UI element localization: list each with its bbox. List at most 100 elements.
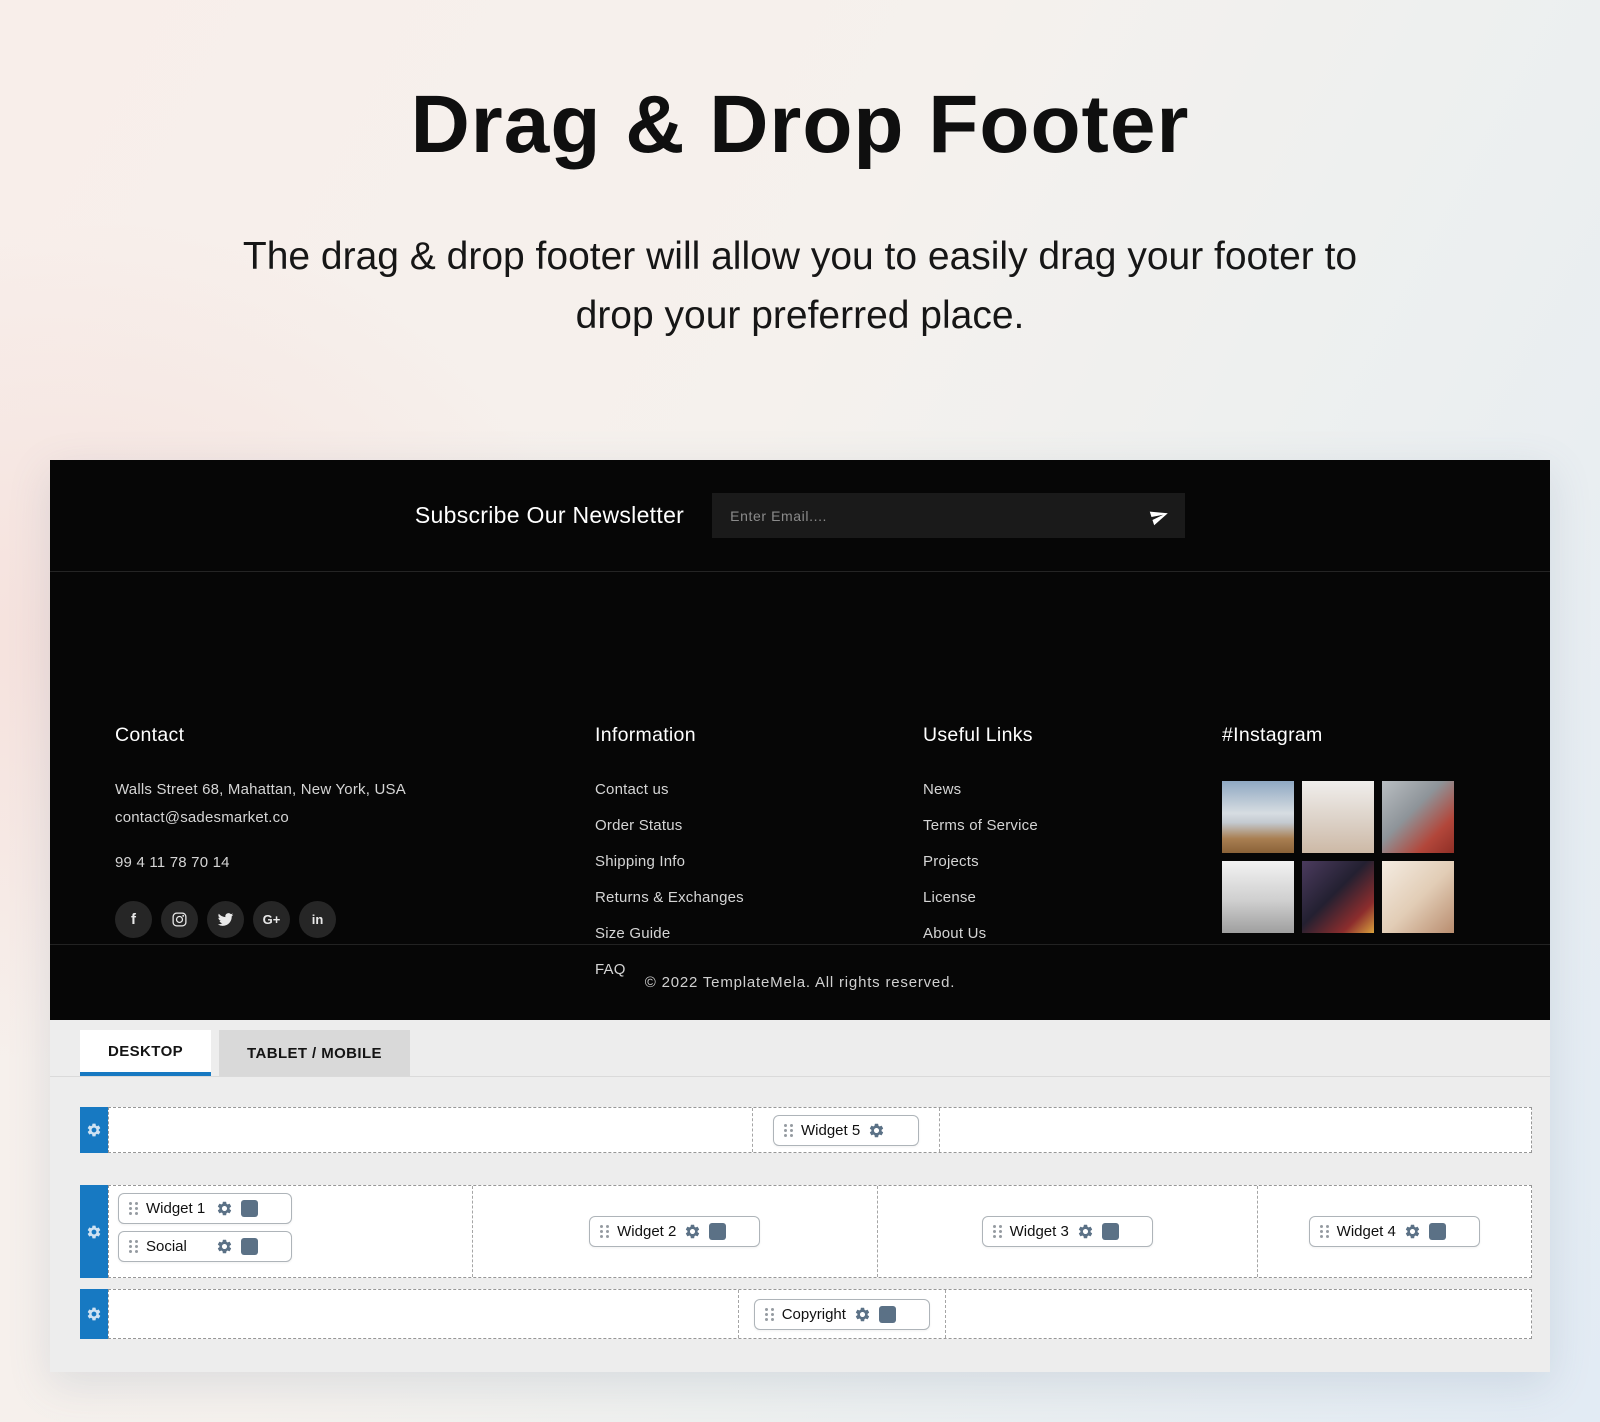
- widget-label: Copyright: [782, 1306, 846, 1323]
- widget-chip-social[interactable]: Social: [118, 1231, 292, 1262]
- sliders-icon[interactable]: [1429, 1223, 1446, 1240]
- newsletter-send-button[interactable]: [1146, 502, 1173, 529]
- widget-chip-copyright[interactable]: Copyright: [754, 1299, 930, 1330]
- girl-glasses-photo[interactable]: [1302, 781, 1374, 853]
- widget-label: Widget 1: [146, 1200, 208, 1217]
- sliders-icon[interactable]: [1102, 1223, 1119, 1240]
- widget-chip-widget1[interactable]: Widget 1: [118, 1193, 292, 1224]
- google-plus-icon[interactable]: G+: [253, 901, 290, 938]
- footer-link[interactable]: Size Guide: [595, 925, 855, 942]
- close-icon[interactable]: [266, 1201, 281, 1216]
- gear-icon[interactable]: [216, 1200, 233, 1217]
- row-settings-handle[interactable]: [80, 1289, 108, 1339]
- editor-row-3: Copyright: [80, 1289, 1532, 1339]
- sliders-icon[interactable]: [879, 1306, 896, 1323]
- gear-icon[interactable]: [854, 1306, 871, 1323]
- gear-icon: [86, 1122, 102, 1138]
- footer-link[interactable]: News: [923, 781, 1143, 798]
- drop-cell[interactable]: [109, 1108, 752, 1152]
- close-icon[interactable]: [904, 1307, 919, 1322]
- drop-cell[interactable]: Widget 2: [472, 1186, 877, 1277]
- close-icon[interactable]: [1454, 1224, 1469, 1239]
- footer-column-instagram: #Instagram: [1222, 724, 1472, 933]
- cyclist-photo[interactable]: [1222, 781, 1294, 853]
- widget-label: Widget 5: [801, 1122, 860, 1139]
- widget-label: Social: [146, 1238, 208, 1255]
- gear-icon[interactable]: [1404, 1223, 1421, 1240]
- widget-chip-widget3[interactable]: Widget 3: [982, 1216, 1153, 1247]
- useful-links-heading: Useful Links: [923, 724, 1143, 747]
- widget-label: Widget 4: [1337, 1223, 1396, 1240]
- drop-cell[interactable]: Widget 1 Social: [109, 1186, 472, 1277]
- tab-desktop[interactable]: DESKTOP: [80, 1030, 211, 1076]
- instagram-icon[interactable]: [161, 901, 198, 938]
- newsletter-bar: Subscribe Our Newsletter: [50, 460, 1550, 572]
- widget-chip-widget4[interactable]: Widget 4: [1309, 1216, 1480, 1247]
- drag-handle-icon[interactable]: [129, 1240, 138, 1253]
- mechanic-photo[interactable]: [1382, 781, 1454, 853]
- firefighter-photo[interactable]: [1302, 861, 1374, 933]
- drag-handle-icon[interactable]: [1320, 1225, 1329, 1238]
- drop-cell[interactable]: Widget 3: [877, 1186, 1257, 1277]
- drag-handle-icon[interactable]: [993, 1225, 1002, 1238]
- newsletter-email-input[interactable]: [712, 493, 1185, 538]
- drop-cell[interactable]: Copyright: [738, 1290, 946, 1338]
- drag-handle-icon[interactable]: [129, 1202, 138, 1215]
- widget-chip-widget5[interactable]: Widget 5: [773, 1115, 919, 1146]
- row-settings-handle[interactable]: [80, 1107, 108, 1153]
- row-body: Copyright: [108, 1289, 1532, 1339]
- wedding-couple-photo[interactable]: [1382, 861, 1454, 933]
- sliders-icon[interactable]: [709, 1223, 726, 1240]
- footer-link[interactable]: License: [923, 889, 1143, 906]
- widget-chip-widget2[interactable]: Widget 2: [589, 1216, 760, 1247]
- bedroom-photo[interactable]: [1222, 861, 1294, 933]
- footer-column-useful-links: Useful Links News Terms of Service Proje…: [923, 724, 1143, 961]
- close-icon[interactable]: [266, 1239, 281, 1254]
- sliders-icon[interactable]: [241, 1238, 258, 1255]
- google-plus-glyph: G+: [263, 912, 281, 927]
- drag-handle-icon[interactable]: [600, 1225, 609, 1238]
- footer-link[interactable]: FAQ: [595, 961, 855, 978]
- page-subtitle: The drag & drop footer will allow you to…: [220, 228, 1380, 345]
- drag-handle-icon[interactable]: [784, 1124, 793, 1137]
- drop-cell[interactable]: Widget 4: [1257, 1186, 1531, 1277]
- gear-icon[interactable]: [684, 1223, 701, 1240]
- device-tabs: DESKTOP TABLET / MOBILE: [80, 1030, 410, 1076]
- footer-link[interactable]: Terms of Service: [923, 817, 1143, 834]
- page: Drag & Drop Footer The drag & drop foote…: [0, 0, 1600, 1422]
- footer-link[interactable]: Projects: [923, 853, 1143, 870]
- footer-column-information: Information Contact us Order Status Ship…: [595, 724, 855, 997]
- footer-link[interactable]: Order Status: [595, 817, 855, 834]
- contact-email[interactable]: contact@sadesmarket.co: [115, 809, 545, 826]
- gear-icon[interactable]: [868, 1122, 885, 1139]
- row-settings-handle[interactable]: [80, 1185, 108, 1278]
- twitter-icon[interactable]: [207, 901, 244, 938]
- drop-cell[interactable]: [945, 1290, 1531, 1338]
- footer-link[interactable]: Shipping Info: [595, 853, 855, 870]
- widget-label: Widget 2: [617, 1223, 676, 1240]
- drag-handle-icon[interactable]: [765, 1308, 774, 1321]
- gear-icon: [86, 1224, 102, 1240]
- tab-underline: [50, 1076, 1550, 1077]
- drop-cell[interactable]: [109, 1290, 738, 1338]
- linkedin-glyph: in: [312, 912, 324, 927]
- social-icons-row: f: [115, 901, 545, 938]
- close-icon[interactable]: [734, 1224, 749, 1239]
- drop-cell[interactable]: [939, 1108, 1531, 1152]
- close-icon[interactable]: [1127, 1224, 1142, 1239]
- linkedin-icon[interactable]: in: [299, 901, 336, 938]
- gear-icon[interactable]: [1077, 1223, 1094, 1240]
- tab-tablet-mobile[interactable]: TABLET / MOBILE: [219, 1030, 410, 1076]
- gear-icon[interactable]: [216, 1238, 233, 1255]
- page-title: Drag & Drop Footer: [0, 78, 1600, 172]
- contact-phone[interactable]: 99 4 11 78 70 14: [115, 854, 545, 871]
- contact-address: Walls Street 68, Mahattan, New York, USA: [115, 781, 545, 798]
- footer-link[interactable]: Returns & Exchanges: [595, 889, 855, 906]
- footer-preview: Subscribe Our Newsletter Contact Walls S…: [50, 460, 1550, 1020]
- sliders-icon[interactable]: [241, 1200, 258, 1217]
- footer-link[interactable]: About Us: [923, 925, 1143, 942]
- close-icon[interactable]: [893, 1123, 908, 1138]
- facebook-icon[interactable]: f: [115, 901, 152, 938]
- footer-link[interactable]: Contact us: [595, 781, 855, 798]
- drop-cell[interactable]: Widget 5: [752, 1108, 940, 1152]
